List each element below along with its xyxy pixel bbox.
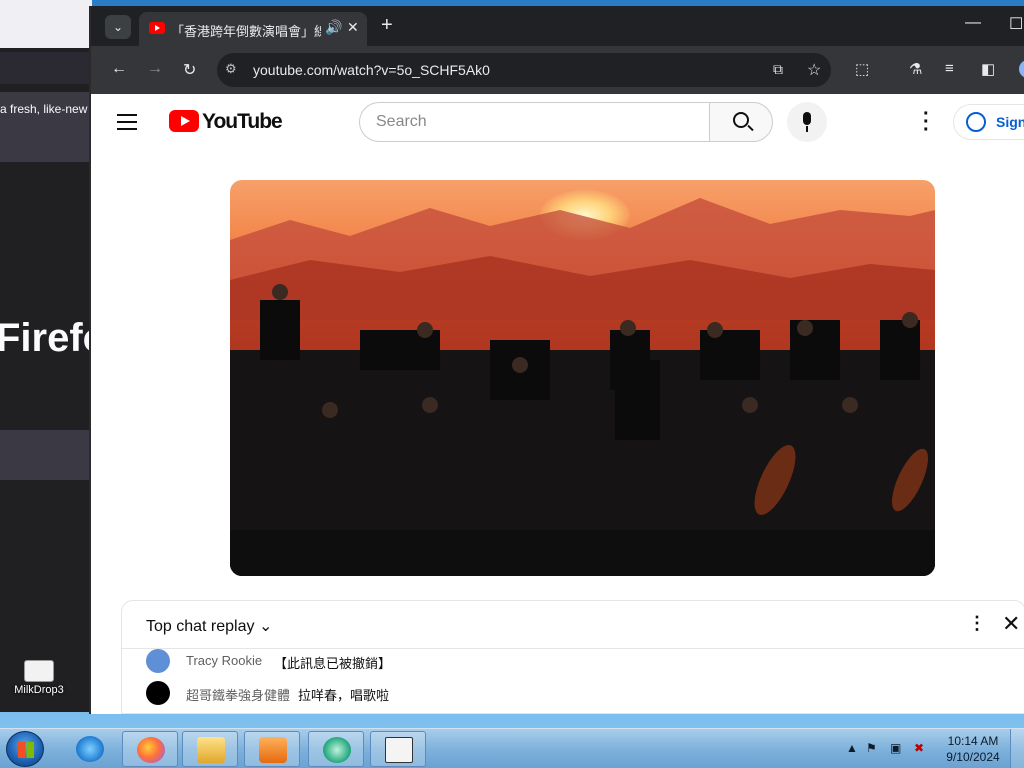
- windows-logo-icon: [18, 742, 34, 758]
- taskbar-media-player[interactable]: [244, 731, 300, 767]
- settings-more-icon[interactable]: · · ·: [923, 104, 930, 140]
- new-tab-button[interactable]: +: [381, 14, 393, 37]
- taskbar-chrome-app[interactable]: [308, 731, 364, 767]
- video-frame-scene: [230, 198, 935, 576]
- action-center-flag-icon[interactable]: ⚑: [866, 741, 877, 755]
- site-info-icon[interactable]: ⚙: [225, 61, 237, 77]
- youtube-play-icon: [169, 110, 199, 132]
- youtube-wordmark: YouTube: [202, 110, 283, 133]
- maximize-button[interactable]: ☐: [1009, 14, 1023, 34]
- sign-in-button[interactable]: Sign: [953, 104, 1024, 140]
- desktop-icon-milkdrop[interactable]: MilkDrop3: [4, 660, 74, 696]
- search-input[interactable]: Search: [359, 102, 709, 142]
- search-icon: [733, 112, 749, 128]
- desktop-icon-label: MilkDrop3: [14, 684, 64, 696]
- microphone-icon: [803, 112, 811, 125]
- clock-time: 10:14 AM: [947, 734, 999, 748]
- side-panel-icon[interactable]: ◧: [981, 60, 995, 78]
- folder-icon: [197, 737, 225, 763]
- url-text: youtube.com/watch?v=5o_SCHF5Ak0: [253, 62, 490, 78]
- tab-title: 「香港跨年倒數演唱會」線上: [171, 24, 321, 39]
- tab-youtube[interactable]: 「香港跨年倒數演唱會」線上 🔊 ✕: [139, 12, 367, 46]
- taskbar-internet-explorer[interactable]: [62, 731, 118, 767]
- firefox-icon: [137, 737, 165, 763]
- system-clock[interactable]: 10:14 AM 9/10/2024: [944, 733, 1002, 765]
- search-button[interactable]: [709, 102, 773, 142]
- taskbar-firefox[interactable]: [122, 731, 178, 767]
- profile-avatar[interactable]: [1019, 60, 1024, 78]
- tab-strip: ⌄ 「香港跨年倒數演唱會」線上 🔊 ✕ + — ☐: [91, 6, 1024, 46]
- chat-text: 拉咩春，唱歌啦: [298, 688, 390, 703]
- firefox-tabstrip: [0, 52, 92, 84]
- chat-header: Top chat replay ⌄ ⋮ ✕: [122, 601, 1024, 649]
- show-desktop-button[interactable]: [1010, 729, 1024, 768]
- back-button[interactable]: ←: [111, 60, 127, 78]
- milk-carton-icon: [385, 737, 413, 763]
- firefox-promo-text: a fresh, like-new: [0, 92, 92, 162]
- clock-date: 9/10/2024: [946, 750, 1000, 764]
- avatar[interactable]: [146, 681, 170, 705]
- extensions-icon[interactable]: ⬚: [855, 60, 869, 78]
- avatar[interactable]: [146, 649, 170, 673]
- live-chat-replay: Top chat replay ⌄ ⋮ ✕ Tracy Rookie 【此訊息已…: [121, 600, 1024, 714]
- browser-toolbar: ← → ↻ ⚙ youtube.com/watch?v=5o_SCHF5Ak0 …: [91, 46, 1024, 94]
- chat-author[interactable]: 超哥鐵拳強身健體: [186, 685, 290, 704]
- volume-muted-icon[interactable]: ✖: [914, 741, 924, 755]
- taskbar-file-explorer[interactable]: [182, 731, 238, 767]
- install-app-icon[interactable]: ⧉: [773, 61, 783, 78]
- chrome-window: ⌄ 「香港跨年倒數演唱會」線上 🔊 ✕ + — ☐ ← → ↻ ⚙ youtub…: [89, 6, 1024, 714]
- chat-mode-dropdown[interactable]: Top chat replay ⌄: [146, 616, 272, 636]
- bookmark-star-icon[interactable]: ☆: [807, 60, 821, 80]
- sign-in-label: Sign: [996, 114, 1024, 130]
- avatar[interactable]: [146, 713, 170, 714]
- voice-search-button[interactable]: [787, 102, 827, 142]
- labs-icon[interactable]: ⚗: [909, 60, 922, 78]
- youtube-favicon-icon: [149, 22, 165, 34]
- taskbar-milkdrop[interactable]: [370, 731, 426, 767]
- play-circle-icon: [323, 737, 351, 763]
- chat-text: 【此訊息已被撤銷】: [274, 656, 392, 671]
- media-controls-icon[interactable]: ≡: [945, 60, 954, 77]
- youtube-page: YouTube Search · · · Sign Top chat repla…: [91, 94, 1024, 714]
- network-icon[interactable]: ▣: [890, 741, 901, 755]
- menu-icon[interactable]: [117, 114, 137, 135]
- tab-search-button[interactable]: ⌄: [105, 15, 131, 39]
- reload-button[interactable]: ↻: [183, 60, 196, 80]
- milkdrop-icon: [24, 660, 54, 682]
- user-icon: [966, 112, 986, 132]
- chat-more-icon[interactable]: ⋮: [968, 613, 986, 634]
- address-bar[interactable]: ⚙ youtube.com/watch?v=5o_SCHF5Ak0 ⧉ ☆: [217, 53, 831, 87]
- start-button[interactable]: [6, 731, 44, 767]
- video-player[interactable]: [230, 180, 935, 576]
- firefox-window-background: a fresh, like-new Firefo: [0, 0, 92, 712]
- youtube-header: YouTube Search · · · Sign: [91, 94, 1024, 150]
- tab-close-button[interactable]: ✕: [347, 19, 359, 36]
- firefox-wordmark: Firefo: [0, 316, 92, 360]
- taskbar: ▲ ⚑ ▣ ✖ 10:14 AM 9/10/2024: [0, 728, 1024, 768]
- internet-explorer-icon: [76, 736, 104, 762]
- show-hidden-icons-button[interactable]: ▲: [846, 741, 858, 755]
- chat-close-icon[interactable]: ✕: [1002, 611, 1020, 637]
- speaker-icon[interactable]: 🔊: [325, 19, 342, 36]
- chat-author[interactable]: Tracy Rookie: [186, 653, 262, 668]
- forward-button[interactable]: →: [147, 60, 163, 78]
- firefox-titlebar: [0, 0, 92, 48]
- media-player-icon: [259, 737, 287, 763]
- firefox-panel: [0, 430, 92, 480]
- minimize-button[interactable]: —: [965, 14, 981, 32]
